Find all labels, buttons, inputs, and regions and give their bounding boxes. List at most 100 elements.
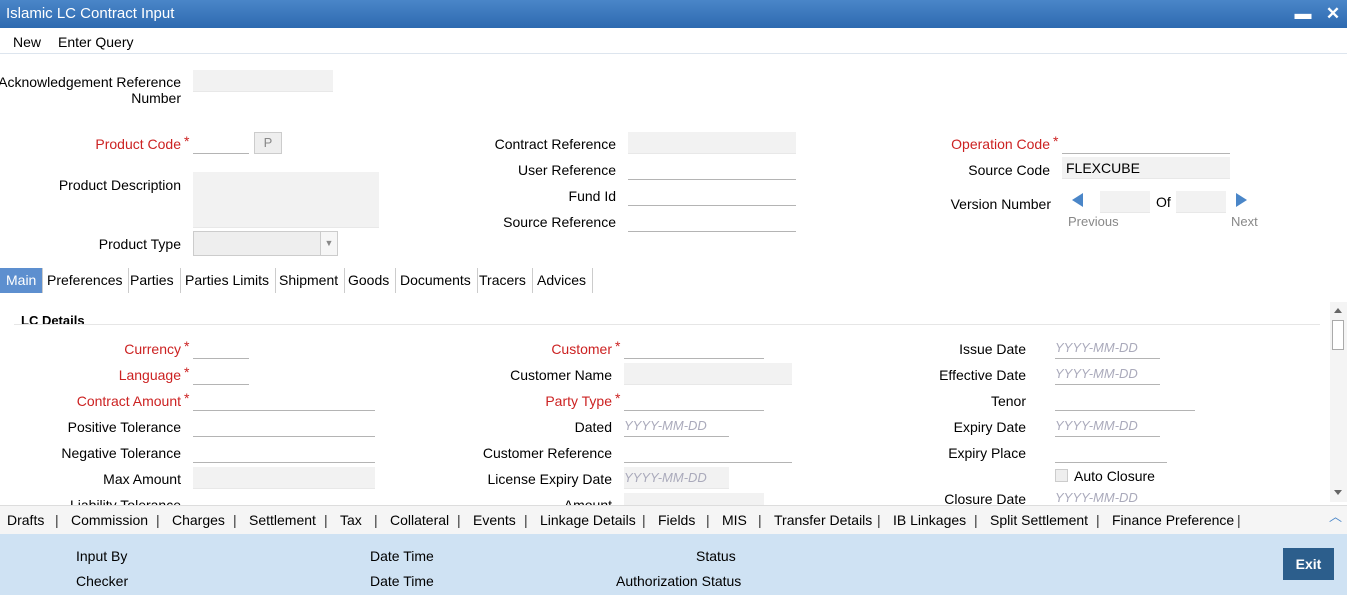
customer-name-input[interactable]	[624, 363, 792, 385]
contract-reference-input[interactable]	[628, 132, 796, 154]
positive-tolerance-label: Positive Tolerance	[67, 419, 181, 435]
customer-reference-input[interactable]	[624, 441, 792, 463]
tenor-input[interactable]	[1055, 389, 1195, 411]
source-reference-label: Source Reference	[503, 214, 616, 230]
expiry-date-input[interactable]: YYYY-MM-DD	[1055, 415, 1160, 437]
separator: |	[233, 512, 237, 528]
enter-query-menu-item[interactable]: Enter Query	[58, 34, 133, 50]
tab-advices[interactable]: Advices	[531, 268, 594, 293]
operation-code-input[interactable]	[1062, 132, 1230, 154]
ack-ref-input[interactable]	[193, 70, 333, 92]
effective-date-input[interactable]: YYYY-MM-DD	[1055, 363, 1160, 385]
tab-shipment[interactable]: Shipment	[273, 268, 346, 293]
language-label: Language	[118, 367, 181, 383]
link-transfer-details[interactable]: Transfer Details	[774, 512, 872, 528]
tab-parties-limits[interactable]: Parties Limits	[179, 268, 277, 293]
contract-amount-label: Contract Amount	[76, 393, 181, 409]
section-divider	[14, 324, 1320, 325]
product-code-input[interactable]	[193, 132, 249, 154]
version-current-input[interactable]	[1100, 191, 1150, 213]
link-ib-linkages[interactable]: IB Linkages	[893, 512, 966, 528]
tab-strip: Main Preferences Parties Parties Limits …	[0, 268, 1347, 293]
scroll-down-icon[interactable]	[1334, 490, 1342, 495]
required-marker: *	[184, 133, 190, 149]
vertical-scrollbar[interactable]	[1330, 302, 1347, 502]
link-finance-preference[interactable]: Finance Preference	[1112, 512, 1234, 528]
source-reference-input[interactable]	[628, 210, 796, 232]
tab-tracers[interactable]: Tracers	[473, 268, 533, 293]
tab-documents[interactable]: Documents	[394, 268, 478, 293]
positive-tolerance-input[interactable]	[193, 415, 375, 437]
dated-label: Dated	[574, 419, 612, 435]
tab-preferences[interactable]: Preferences	[41, 268, 130, 293]
minimize-icon[interactable]: ▬	[1292, 3, 1314, 25]
language-input[interactable]	[193, 363, 249, 385]
link-commission[interactable]: Commission	[71, 512, 148, 528]
window-title: Islamic LC Contract Input	[6, 5, 175, 22]
tenor-label: Tenor	[990, 393, 1026, 409]
negative-tolerance-input[interactable]	[193, 441, 375, 463]
user-reference-label: User Reference	[517, 162, 616, 178]
next-arrow-icon[interactable]	[1236, 193, 1247, 207]
previous-label: Previous	[1068, 214, 1119, 229]
amount-label: Amount	[563, 497, 612, 505]
audit-footer: Input By Checker Date Time Date Time Sta…	[0, 534, 1347, 595]
currency-input[interactable]	[193, 337, 249, 359]
auto-closure-label: Auto Closure	[1074, 468, 1155, 484]
link-events[interactable]: Events	[473, 512, 516, 528]
issue-date-label: Issue Date	[959, 341, 1026, 357]
link-drafts[interactable]: Drafts	[7, 512, 44, 528]
amount-input[interactable]	[624, 493, 764, 505]
exit-button[interactable]: Exit	[1283, 548, 1334, 580]
source-code-input[interactable]: FLEXCUBE	[1062, 157, 1230, 179]
previous-arrow-icon[interactable]	[1072, 193, 1083, 207]
product-description-input[interactable]	[193, 172, 379, 228]
version-of-label: Of	[1156, 194, 1171, 210]
close-icon[interactable]: ✕	[1322, 3, 1344, 25]
fund-id-input[interactable]	[628, 184, 796, 206]
liability-tolerance-label: Liability Tolerance	[69, 497, 181, 505]
required-marker: *	[615, 390, 621, 406]
user-reference-input[interactable]	[628, 158, 796, 180]
product-code-label: Product Code	[95, 136, 181, 152]
closure-date-input[interactable]: YYYY-MM-DD	[1055, 487, 1160, 505]
source-code-label: Source Code	[968, 162, 1050, 178]
separator: |	[706, 512, 710, 528]
auto-closure-checkbox[interactable]	[1055, 469, 1068, 482]
product-type-label: Product Type	[98, 236, 181, 252]
license-expiry-date-input[interactable]: YYYY-MM-DD	[624, 467, 729, 489]
link-fields[interactable]: Fields	[658, 512, 695, 528]
collapse-up-icon[interactable]: ︿	[1329, 506, 1342, 525]
link-split-settlement[interactable]: Split Settlement	[990, 512, 1088, 528]
dated-input[interactable]: YYYY-MM-DD	[624, 415, 729, 437]
separator: |	[374, 512, 378, 528]
product-type-select[interactable]: ▼	[193, 231, 338, 256]
input-by-label: Input By	[76, 548, 128, 564]
customer-name-label: Customer Name	[510, 367, 612, 383]
new-menu-item[interactable]: New	[13, 34, 41, 50]
party-type-input[interactable]	[624, 389, 764, 411]
scroll-up-icon[interactable]	[1334, 308, 1342, 313]
expiry-place-input[interactable]	[1055, 441, 1167, 463]
link-settlement[interactable]: Settlement	[249, 512, 316, 528]
separator: |	[324, 512, 328, 528]
separator: |	[156, 512, 160, 528]
customer-input[interactable]	[624, 337, 764, 359]
link-charges[interactable]: Charges	[172, 512, 225, 528]
product-code-lov-button[interactable]: P	[254, 132, 282, 154]
version-total-input[interactable]	[1176, 191, 1226, 213]
link-linkage-details[interactable]: Linkage Details	[540, 512, 636, 528]
expiry-date-label: Expiry Date	[953, 419, 1026, 435]
scrollbar-thumb[interactable]	[1332, 320, 1344, 350]
max-amount-input[interactable]	[193, 467, 375, 489]
link-tax[interactable]: Tax	[340, 512, 362, 528]
contract-amount-input[interactable]	[193, 389, 375, 411]
tab-parties[interactable]: Parties	[124, 268, 181, 293]
tab-goods[interactable]: Goods	[342, 268, 397, 293]
link-mis[interactable]: MIS	[722, 512, 747, 528]
link-collateral[interactable]: Collateral	[390, 512, 449, 528]
tab-main[interactable]: Main	[0, 268, 44, 293]
issue-date-input[interactable]: YYYY-MM-DD	[1055, 337, 1160, 359]
separator: |	[1237, 512, 1241, 528]
title-bar: Islamic LC Contract Input ▬ ✕	[0, 0, 1347, 28]
